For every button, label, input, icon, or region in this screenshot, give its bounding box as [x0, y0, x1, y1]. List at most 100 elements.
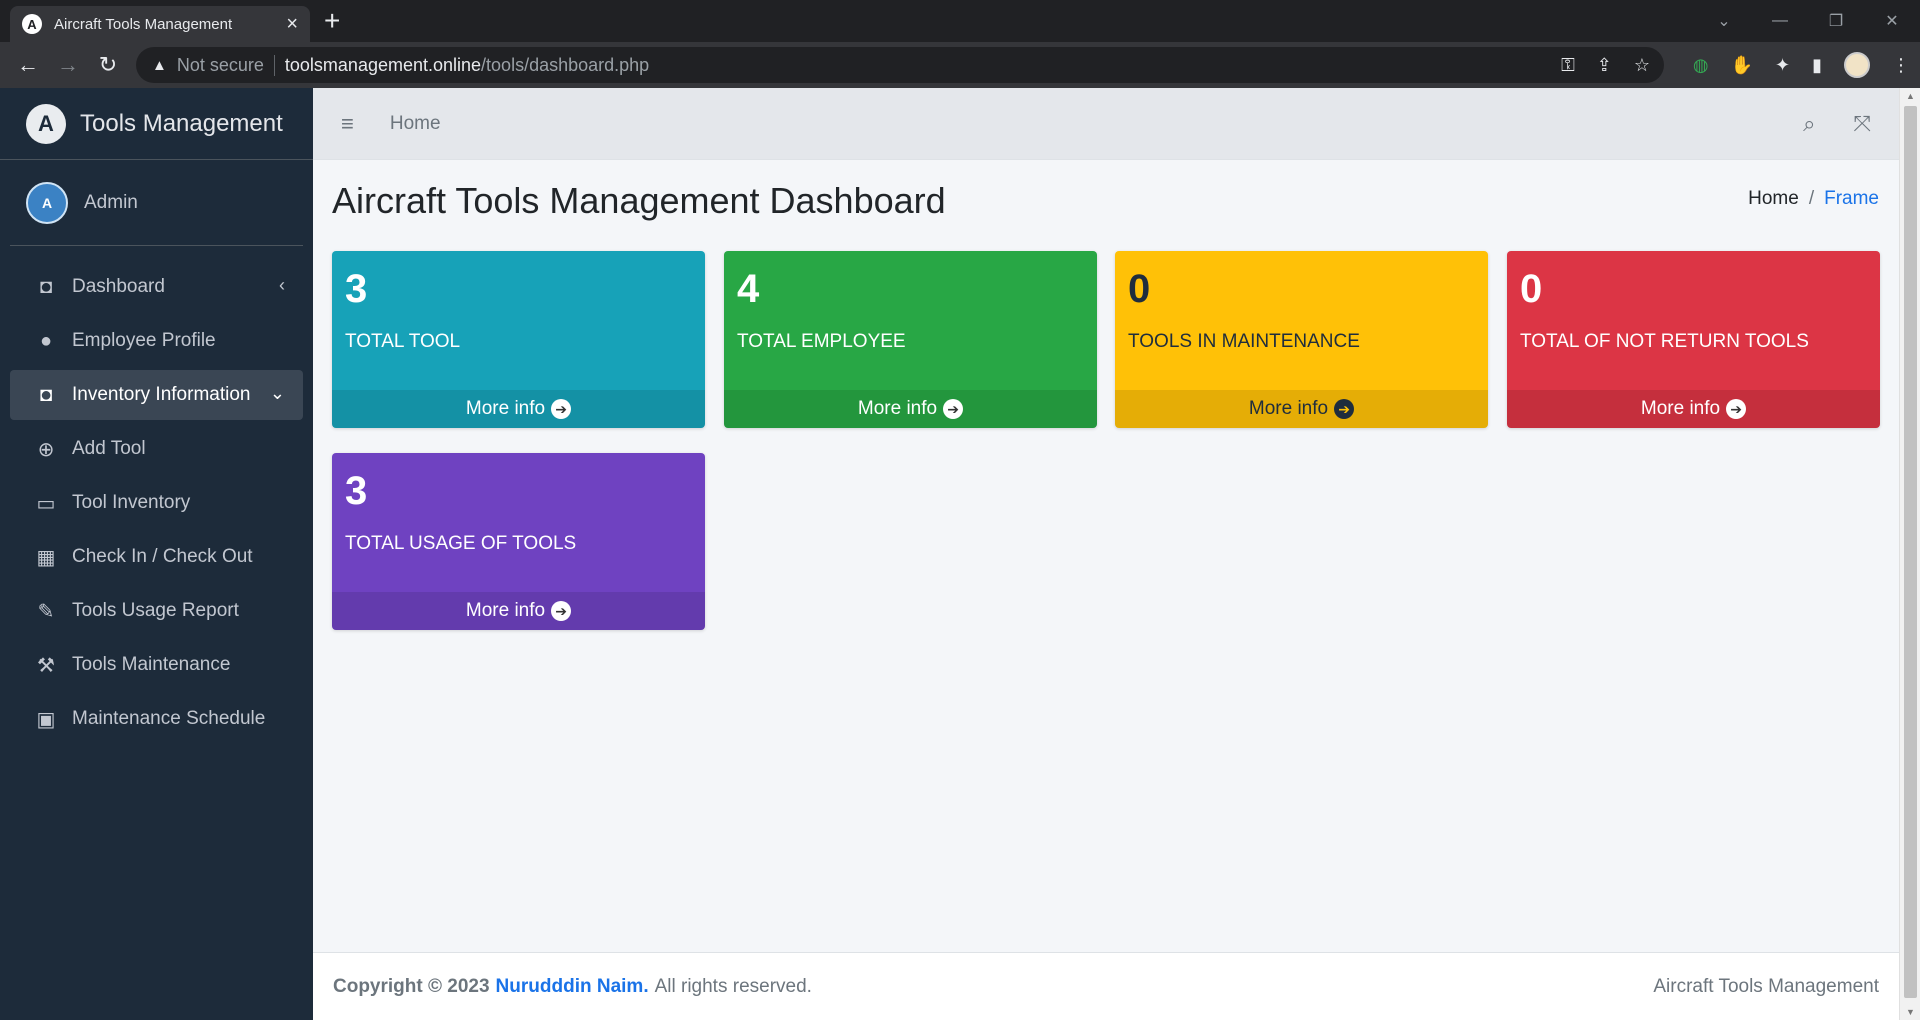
- tachometer-icon: ◘: [39, 275, 53, 298]
- browser-tab[interactable]: A Aircraft Tools Management ×: [10, 6, 310, 42]
- bookmark-star-icon[interactable]: ☆: [1634, 55, 1650, 76]
- security-status[interactable]: Not secure: [177, 54, 275, 76]
- more-info-label: More info: [1248, 398, 1329, 419]
- sidebar-item-label: Tool Inventory: [72, 492, 191, 513]
- restore-icon[interactable]: ❐: [1808, 11, 1864, 31]
- key-icon[interactable]: ⚿: [1561, 55, 1575, 76]
- sidebar-item-inventory-information[interactable]: ◘ Inventory Information ⌄: [10, 370, 303, 420]
- edit-icon: ✎: [37, 600, 55, 623]
- stat-value: 0: [1520, 267, 1543, 311]
- stat-box-not-return-tools: 0 TOTAL OF NOT RETURN TOOLS More info ➔: [1507, 251, 1880, 428]
- user-panel: A Admin: [10, 160, 303, 246]
- more-info-link[interactable]: More info ➔: [724, 390, 1097, 428]
- stat-label: TOTAL USAGE OF TOOLS: [345, 533, 577, 554]
- more-info-link[interactable]: More info ➔: [1507, 390, 1880, 428]
- more-info-link[interactable]: More info ➔: [332, 592, 705, 630]
- stat-value: 0: [1128, 267, 1151, 311]
- page-title: Aircraft Tools Management Dashboard: [332, 180, 946, 221]
- breadcrumb-separator: /: [1808, 188, 1815, 209]
- side-panel-icon[interactable]: ▮: [1812, 55, 1822, 76]
- qrcode-icon: ▦: [36, 546, 56, 569]
- stat-label: TOOLS IN MAINTENANCE: [1128, 331, 1360, 352]
- author-link[interactable]: Nurudddin Naim.: [496, 976, 649, 998]
- stat-value: 4: [737, 267, 760, 311]
- more-info-label: More info: [465, 398, 546, 419]
- breadcrumb-current[interactable]: Frame: [1824, 188, 1879, 210]
- more-info-link[interactable]: More info ➔: [332, 390, 705, 428]
- vertical-scrollbar[interactable]: ▲ ▼: [1899, 88, 1920, 1020]
- sidebar-item-check-in-out[interactable]: ▦ Check In / Check Out: [10, 532, 303, 582]
- address-bar[interactable]: ▲ Not secure toolsmanagement.online /too…: [136, 47, 1664, 83]
- stat-box-total-usage: 3 TOTAL USAGE OF TOOLS More info ➔: [332, 453, 705, 630]
- stat-box-total-employee: 4 TOTAL EMPLOYEE More info ➔: [724, 251, 1097, 428]
- more-info-link[interactable]: More info ➔: [1115, 390, 1488, 428]
- close-window-icon[interactable]: ✕: [1864, 11, 1920, 31]
- sidebar-item-tool-inventory[interactable]: ▭ Tool Inventory: [10, 478, 303, 528]
- sidebar-item-employee-profile[interactable]: ● Employee Profile: [10, 316, 303, 366]
- reload-icon[interactable]: ↻: [88, 52, 128, 78]
- puzzle-icon[interactable]: ✦: [1775, 55, 1790, 76]
- arrow-circle-right-icon: ➔: [551, 601, 572, 621]
- breadcrumb-home[interactable]: Home: [1748, 188, 1799, 210]
- stat-box-tools-in-maintenance: 0 TOOLS IN MAINTENANCE More info ➔: [1115, 251, 1488, 428]
- extension-globe-icon[interactable]: ◍: [1693, 55, 1709, 76]
- more-info-label: More info: [465, 600, 546, 621]
- extension-stop-icon[interactable]: ✋: [1731, 55, 1753, 76]
- sidebar-item-tools-usage-report[interactable]: ✎ Tools Usage Report: [10, 586, 303, 636]
- share-icon[interactable]: ⇪: [1597, 55, 1612, 76]
- sidebar-item-label: Tools Usage Report: [72, 600, 239, 621]
- copyright-text: Copyright © 2023: [333, 975, 490, 997]
- brand-text: Tools Management: [80, 109, 283, 137]
- site-favicon-icon: A: [22, 14, 42, 34]
- chevron-left-icon: ‹: [279, 275, 285, 295]
- nav-home-link[interactable]: Home: [390, 113, 441, 135]
- back-icon[interactable]: ←: [8, 52, 48, 78]
- main-content: ≡ Home ⌕ ⤧ Aircraft Tools Management Das…: [313, 88, 1899, 1020]
- brand-link[interactable]: A Tools Management: [0, 88, 313, 160]
- more-info-label: More info: [1640, 398, 1721, 419]
- sidebar-item-maintenance-schedule[interactable]: ▣ Maintenance Schedule: [10, 694, 303, 744]
- user-name[interactable]: Admin: [84, 192, 138, 214]
- fullscreen-icon[interactable]: ⤧: [1853, 111, 1871, 137]
- stat-value: 3: [345, 469, 368, 513]
- inventory-icon: ◘: [39, 383, 53, 406]
- browser-toolbar: ← → ↻ ▲ Not secure toolsmanagement.onlin…: [0, 42, 1920, 88]
- sidebar-item-label: Check In / Check Out: [72, 546, 253, 567]
- url-path: /tools/dashboard.php: [481, 54, 650, 75]
- search-icon[interactable]: ⌕: [1803, 111, 1815, 137]
- close-tab-icon[interactable]: ×: [286, 14, 298, 34]
- page-footer: Copyright © 2023 Nurudddin Naim. All rig…: [313, 952, 1899, 1020]
- sidebar-menu: ◘ Dashboard ‹ ● Employee Profile ◘ Inven…: [0, 246, 313, 744]
- stat-label: TOTAL EMPLOYEE: [737, 331, 906, 352]
- scroll-up-icon[interactable]: ▲: [1900, 91, 1920, 101]
- minimize-icon[interactable]: —: [1752, 12, 1808, 30]
- stat-value: 3: [345, 267, 368, 311]
- sidebar-item-dashboard[interactable]: ◘ Dashboard ‹: [10, 262, 303, 312]
- stat-label: TOTAL TOOL: [345, 331, 461, 352]
- brand-logo-icon: A: [26, 103, 66, 144]
- window-controls: ⌄ — ❐ ✕: [1696, 0, 1920, 42]
- scroll-down-icon[interactable]: ▼: [1900, 1007, 1920, 1017]
- top-navbar: ≡ Home ⌕ ⤧: [313, 88, 1899, 160]
- new-tab-icon[interactable]: +: [324, 7, 340, 35]
- wrench-icon: ⚒: [37, 654, 55, 677]
- profile-avatar[interactable]: [1844, 52, 1870, 78]
- forward-icon[interactable]: →: [48, 52, 88, 78]
- arrow-circle-right-icon: ➔: [1726, 399, 1747, 419]
- arrow-circle-right-icon: ➔: [551, 399, 572, 419]
- url-host: toolsmanagement.online: [284, 54, 482, 75]
- scrollbar-thumb[interactable]: [1904, 106, 1917, 998]
- sidebar-item-label: Inventory Information: [72, 384, 251, 405]
- content-header: Aircraft Tools Management Dashboard Home…: [313, 160, 1899, 246]
- arrow-circle-right-icon: ➔: [943, 399, 964, 419]
- stat-box-total-tool: 3 TOTAL TOOL More info ➔: [332, 251, 705, 428]
- breadcrumb: Home / Frame: [1748, 188, 1879, 210]
- sidebar-item-label: Tools Maintenance: [72, 654, 231, 675]
- sidebar-item-add-tool[interactable]: ⊕ Add Tool: [10, 424, 303, 474]
- tab-search-icon[interactable]: ⌄: [1696, 11, 1752, 31]
- footer-right-text: Aircraft Tools Management: [1653, 975, 1879, 997]
- menu-dots-icon[interactable]: ⋮: [1892, 55, 1910, 76]
- warning-icon: ▲: [152, 56, 167, 74]
- hamburger-menu-icon[interactable]: ≡: [341, 111, 354, 137]
- sidebar-item-tools-maintenance[interactable]: ⚒ Tools Maintenance: [10, 640, 303, 690]
